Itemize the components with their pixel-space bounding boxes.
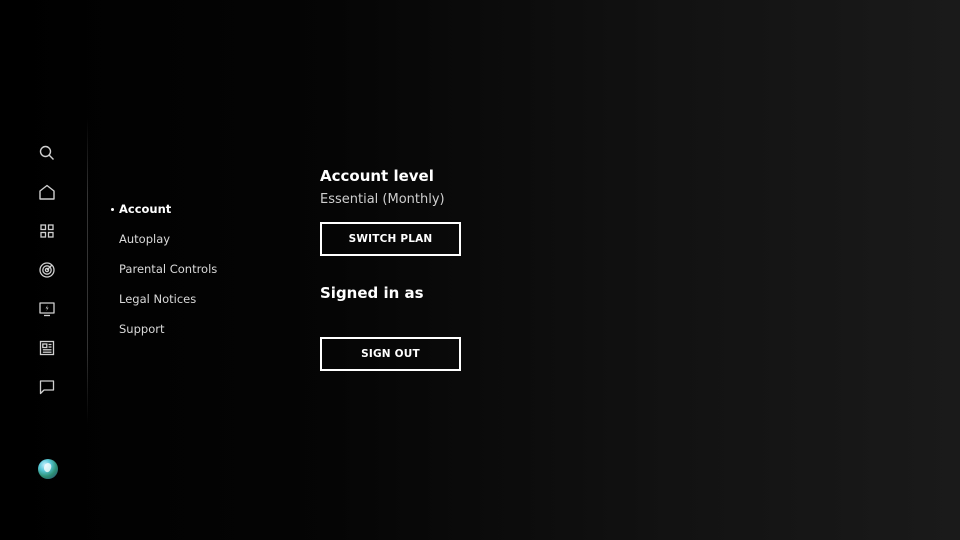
menu-item-support[interactable]: Support — [110, 320, 290, 350]
grid-icon[interactable] — [37, 221, 57, 241]
news-icon[interactable] — [37, 338, 57, 358]
menu-item-label: Autoplay — [119, 232, 171, 246]
signed-in-value — [320, 309, 420, 327]
settings-menu: Account Autoplay Parental Controls Legal… — [110, 200, 290, 350]
menu-item-autoplay[interactable]: Autoplay — [110, 230, 290, 260]
menu-item-parental-controls[interactable]: Parental Controls — [110, 260, 290, 290]
menu-item-account[interactable]: Account — [110, 200, 290, 230]
account-panel: Account level Essential (Monthly) SWITCH… — [320, 166, 620, 371]
menu-item-label: Account — [119, 202, 172, 216]
menu-item-label: Support — [119, 322, 165, 336]
menu-item-label: Legal Notices — [119, 292, 197, 306]
profile-avatar[interactable] — [38, 459, 58, 479]
tv-icon[interactable] — [37, 299, 57, 319]
radar-icon[interactable] — [37, 260, 57, 280]
account-level-title: Account level — [320, 167, 434, 185]
nav-rail — [0, 0, 88, 540]
rail-divider — [87, 118, 88, 424]
settings-screen: Account Autoplay Parental Controls Legal… — [0, 0, 960, 540]
search-icon[interactable] — [37, 143, 57, 163]
signed-in-title: Signed in as — [320, 284, 424, 302]
menu-item-label: Parental Controls — [119, 262, 218, 276]
account-level-value: Essential (Monthly) — [320, 192, 445, 207]
menu-item-legal-notices[interactable]: Legal Notices — [110, 290, 290, 320]
feedback-icon[interactable] — [37, 377, 57, 397]
switch-plan-button[interactable]: SWITCH PLAN — [320, 222, 461, 256]
sign-out-button[interactable]: SIGN OUT — [320, 337, 461, 371]
home-icon[interactable] — [37, 182, 57, 202]
